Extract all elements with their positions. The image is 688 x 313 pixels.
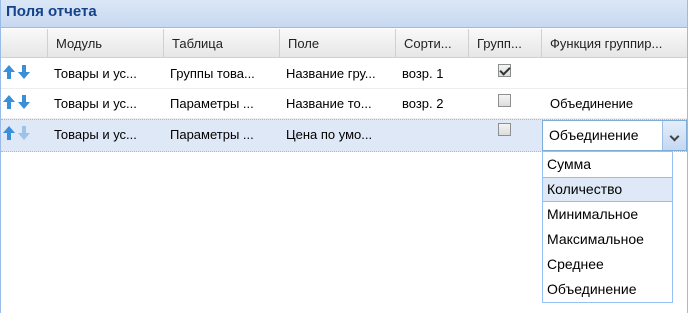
- group-function-combo[interactable]: Объединение: [542, 120, 687, 151]
- cell-field[interactable]: Название то...: [280, 89, 396, 119]
- grouping-checkbox[interactable]: [498, 64, 511, 77]
- arrow-up-icon[interactable]: [2, 64, 16, 80]
- cell-table[interactable]: Группы това...: [164, 59, 280, 89]
- cell-sort[interactable]: [396, 120, 469, 150]
- combo-value[interactable]: Объединение: [549, 121, 639, 150]
- arrow-down-icon[interactable]: [17, 64, 31, 80]
- cell-field[interactable]: Название гру...: [280, 59, 396, 89]
- grouping-checkbox[interactable]: [498, 94, 511, 107]
- panel-title: Поля отчета: [6, 3, 97, 20]
- table-row[interactable]: Товары и ус... Параметры ... Название то…: [1, 89, 687, 119]
- cell-sort[interactable]: возр. 2: [396, 89, 469, 119]
- grid-header: Модуль Таблица Поле Сорти... Групп... Фу…: [1, 29, 687, 58]
- cell-module[interactable]: Товары и ус...: [48, 89, 164, 119]
- dropdown-option-sum[interactable]: Сумма: [543, 152, 672, 177]
- grouping-checkbox[interactable]: [498, 123, 511, 136]
- report-fields-panel: Поля отчета Модуль Таблица Поле Сорти...…: [0, 0, 688, 313]
- column-header-order[interactable]: [1, 29, 48, 58]
- column-header-table[interactable]: Таблица: [164, 29, 280, 58]
- table-row[interactable]: Товары и ус... Группы това... Название г…: [1, 59, 687, 89]
- cell-group-function[interactable]: Объединение: [542, 89, 687, 119]
- dropdown-option-min[interactable]: Минимальное: [543, 202, 672, 227]
- dropdown-option-concat[interactable]: Объединение: [543, 277, 672, 302]
- cell-module[interactable]: Товары и ус...: [48, 120, 164, 150]
- panel-header: Поля отчета: [1, 0, 687, 28]
- column-header-sort[interactable]: Сорти...: [396, 29, 469, 58]
- dropdown-option-average[interactable]: Среднее: [543, 252, 672, 277]
- move-buttons: [1, 125, 35, 143]
- column-header-grouping[interactable]: Групп...: [469, 29, 542, 58]
- column-header-group-function[interactable]: Функция группир...: [542, 29, 687, 58]
- arrow-up-icon[interactable]: [2, 125, 16, 141]
- arrow-down-icon[interactable]: [17, 94, 31, 110]
- cell-table[interactable]: Параметры ...: [164, 120, 280, 150]
- column-header-module[interactable]: Модуль: [48, 29, 164, 58]
- arrow-down-icon[interactable]: [17, 125, 31, 141]
- cell-field[interactable]: Цена по умо...: [280, 120, 396, 150]
- move-buttons: [1, 64, 35, 82]
- chevron-down-icon[interactable]: [662, 121, 686, 150]
- dropdown-option-max[interactable]: Максимальное: [543, 227, 672, 252]
- cell-table[interactable]: Параметры ...: [164, 89, 280, 119]
- group-function-dropdown: Сумма Количество Минимальное Максимально…: [542, 151, 673, 303]
- arrow-up-icon[interactable]: [2, 94, 16, 110]
- column-header-field[interactable]: Поле: [280, 29, 396, 58]
- cell-module[interactable]: Товары и ус...: [48, 59, 164, 89]
- dropdown-option-count[interactable]: Количество: [543, 177, 672, 202]
- move-buttons: [1, 94, 35, 112]
- cell-sort[interactable]: возр. 1: [396, 59, 469, 89]
- cell-group-function[interactable]: [542, 59, 687, 89]
